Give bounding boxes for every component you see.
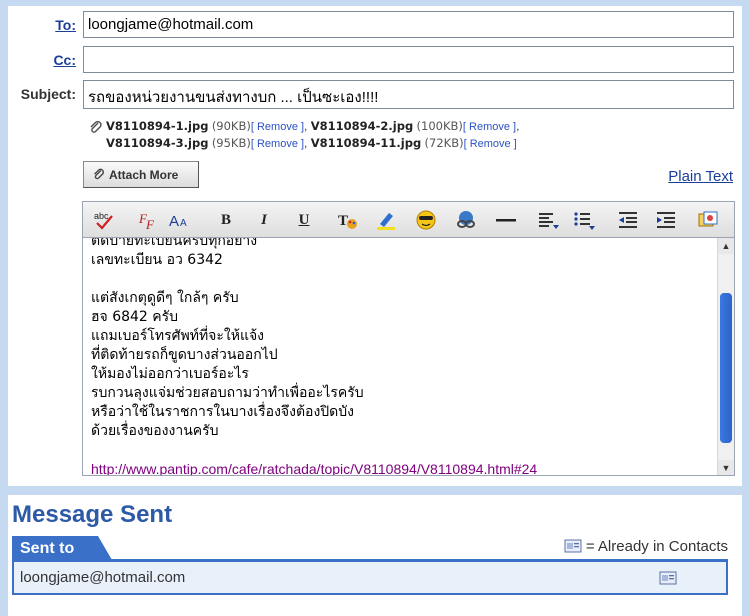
attachment-name: V8110894-2.jpg: [310, 119, 414, 133]
svg-text:F: F: [145, 217, 155, 232]
message-sent-panel: Message Sent Sent to = Already in Contac…: [8, 495, 742, 616]
cc-link[interactable]: Cc:: [53, 52, 76, 68]
attachment-size: (72KB): [424, 136, 464, 150]
font-size-icon[interactable]: AA: [167, 208, 193, 232]
subject-label: Subject:: [20, 86, 76, 102]
bold-icon[interactable]: B: [213, 208, 239, 232]
recipient-row: loongjame@hotmail.com: [12, 562, 728, 595]
message-body-editor[interactable]: ติดป้ายทะเบียนครบทุกอย่าง เลขทะเบียน อว 6…: [82, 238, 735, 476]
svg-text:T: T: [338, 213, 348, 229]
horizontal-rule-icon[interactable]: [493, 208, 519, 232]
attachment-name: V8110894-3.jpg: [106, 136, 209, 150]
attachment-size: (100KB): [416, 119, 463, 133]
attachment-name: V8110894-1.jpg: [106, 119, 209, 133]
paperclip-icon: [94, 168, 104, 180]
attachment-size: (90KB): [211, 119, 251, 133]
highlight-icon[interactable]: [373, 208, 399, 232]
font-icon[interactable]: FF: [135, 208, 161, 232]
text-color-icon[interactable]: T: [335, 208, 361, 232]
sent-to-label: Sent to: [20, 540, 75, 557]
formatting-toolbar: abc FF AA B I U T: [82, 201, 735, 238]
to-link[interactable]: To:: [55, 17, 76, 33]
italic-icon[interactable]: I: [251, 208, 277, 232]
emoticon-icon[interactable]: [413, 208, 439, 232]
to-input[interactable]: loongjame@hotmail.com: [83, 11, 734, 38]
subject-input[interactable]: รถของหน่วยงานขนส่งทางบก ... เป็นซะเอง!!!…: [83, 80, 734, 109]
scroll-down-arrow[interactable]: ▼: [718, 460, 734, 475]
svg-text:A: A: [180, 218, 187, 229]
attach-more-button[interactable]: Attach More: [83, 161, 199, 188]
contact-card-icon: [564, 539, 582, 553]
body-link[interactable]: http://www.pantip.com/cafe/ratchada/topi…: [91, 460, 711, 475]
indent-icon[interactable]: [653, 208, 679, 232]
cc-input[interactable]: [83, 46, 734, 73]
spellcheck-icon[interactable]: abc: [91, 208, 117, 232]
outdent-icon[interactable]: [615, 208, 641, 232]
scroll-up-arrow[interactable]: ▲: [718, 238, 734, 254]
contacts-legend: = Already in Contacts: [564, 538, 728, 555]
align-icon[interactable]: [535, 208, 561, 232]
plain-text-link[interactable]: Plain Text: [668, 168, 733, 185]
editor-scrollbar[interactable]: ▲ ▼: [717, 238, 734, 475]
legend-text: = Already in Contacts: [585, 538, 728, 555]
attachment-size: (95KB): [211, 136, 251, 150]
remove-attachment-link[interactable]: [ Remove ]: [251, 121, 304, 133]
remove-attachment-link[interactable]: [ Remove ]: [463, 121, 516, 133]
attach-more-label: Attach More: [109, 168, 179, 182]
contact-card-icon: [659, 571, 677, 585]
remove-attachment-link[interactable]: [ Remove ]: [251, 138, 304, 150]
cc-row: Cc:: [8, 46, 742, 74]
stationery-icon[interactable]: [695, 208, 721, 232]
bullet-list-icon[interactable]: [571, 208, 597, 232]
underline-icon[interactable]: U: [291, 208, 317, 232]
message-sent-title: Message Sent: [12, 501, 173, 528]
attachment-name: V8110894-11.jpg: [310, 136, 422, 150]
compose-panel: To: loongjame@hotmail.com Cc: Subject: ร…: [8, 6, 742, 486]
svg-text:A: A: [169, 213, 179, 230]
link-icon[interactable]: [453, 208, 479, 232]
to-row: To: loongjame@hotmail.com: [8, 11, 742, 39]
message-body-text[interactable]: ติดป้ายทะเบียนครบทุกอย่าง เลขทะเบียน อว 6…: [91, 238, 711, 475]
subject-row: Subject: รถของหน่วยงานขนส่งทางบก ... เป็…: [8, 80, 742, 109]
scroll-thumb[interactable]: [720, 293, 732, 443]
svg-text:abc: abc: [94, 211, 109, 221]
sent-to-tab: Sent to: [12, 536, 112, 560]
paperclip-icon: [90, 120, 102, 133]
recipient-address: loongjame@hotmail.com: [20, 569, 186, 586]
attachment-list: V8110894-1.jpg (90KB)[ Remove ], V811089…: [88, 118, 648, 152]
remove-attachment-link[interactable]: [ Remove ]: [464, 138, 517, 150]
